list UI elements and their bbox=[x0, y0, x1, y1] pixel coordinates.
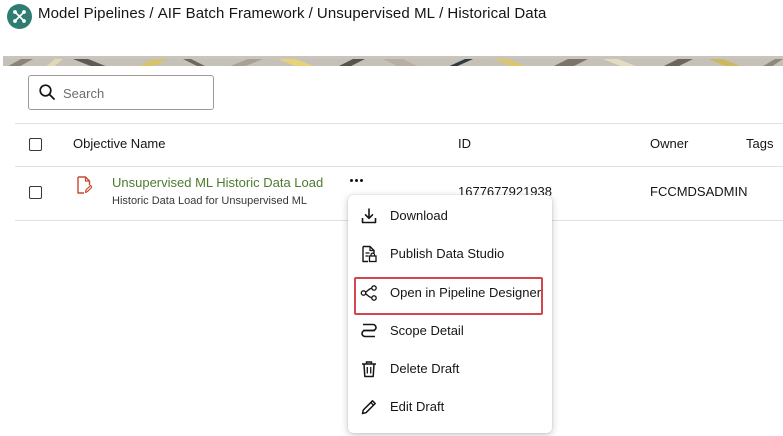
table-top-divider bbox=[15, 123, 783, 124]
breadcrumb-separator: / bbox=[439, 5, 444, 22]
context-menu: Download Publish Data Studio Open in Pip… bbox=[348, 195, 552, 433]
objective-owner: FCCMDSADMIN bbox=[650, 184, 748, 199]
decorative-banner bbox=[3, 56, 783, 66]
select-all-checkbox[interactable] bbox=[29, 138, 42, 151]
breadcrumb: Model Pipelines / AIF Batch Framework / Unsu… bbox=[38, 5, 546, 22]
dot bbox=[359, 178, 363, 182]
dot bbox=[354, 178, 358, 182]
column-header-owner[interactable]: Owner bbox=[650, 136, 688, 151]
objective-name-link[interactable]: Unsupervised ML Historic Data Load bbox=[112, 175, 323, 190]
menu-item-edit-draft[interactable]: Edit Draft bbox=[348, 388, 552, 426]
breadcrumb-item-aif-batch-framework[interactable]: AIF Batch Framework bbox=[158, 5, 305, 22]
column-header-id[interactable]: ID bbox=[458, 136, 471, 151]
breadcrumb-item-model-pipelines[interactable]: Model Pipelines bbox=[38, 5, 145, 22]
menu-item-label: Open in Pipeline Designer bbox=[390, 285, 542, 300]
table-header-divider bbox=[15, 166, 783, 167]
breadcrumb-item-unsupervised-ml[interactable]: Unsupervised ML bbox=[317, 5, 435, 22]
menu-item-label: Scope Detail bbox=[390, 323, 464, 338]
column-header-objective-name[interactable]: Objective Name bbox=[73, 136, 165, 151]
download-icon bbox=[361, 208, 377, 224]
dot bbox=[349, 178, 353, 182]
publish-document-icon bbox=[362, 245, 377, 263]
column-header-tags[interactable]: Tags bbox=[746, 136, 773, 151]
menu-item-delete-draft[interactable]: Delete Draft bbox=[348, 350, 552, 388]
breadcrumb-separator: / bbox=[149, 5, 154, 22]
menu-item-download[interactable]: Download bbox=[348, 197, 552, 235]
menu-item-label: Download bbox=[390, 208, 448, 223]
menu-item-label: Delete Draft bbox=[390, 361, 460, 376]
pencil-icon bbox=[361, 400, 376, 415]
search-field[interactable] bbox=[28, 75, 214, 110]
menu-item-scope-detail[interactable]: Scope Detail bbox=[348, 312, 552, 350]
pipeline-icon bbox=[360, 285, 377, 301]
menu-item-open-in-pipeline-designer[interactable]: Open in Pipeline Designer bbox=[348, 274, 552, 312]
scope-icon bbox=[361, 323, 377, 338]
trash-icon bbox=[362, 361, 376, 378]
pipeline-hub-icon[interactable] bbox=[7, 4, 32, 29]
search-icon bbox=[39, 84, 55, 100]
row-checkbox[interactable] bbox=[29, 186, 42, 199]
edit-document-icon bbox=[77, 176, 92, 194]
breadcrumb-separator: / bbox=[308, 5, 313, 22]
search-input[interactable] bbox=[63, 82, 203, 104]
breadcrumb-item-historical-data: Historical Data bbox=[447, 5, 547, 22]
objective-description: Historic Data Load for Unsupervised ML bbox=[112, 195, 308, 207]
more-actions-button[interactable] bbox=[345, 172, 367, 188]
top-bar: Model Pipelines / AIF Batch Framework / Unsu… bbox=[0, 0, 783, 56]
menu-item-label: Publish Data Studio bbox=[390, 246, 505, 261]
menu-item-label: Edit Draft bbox=[390, 399, 445, 414]
menu-item-publish-data-studio[interactable]: Publish Data Studio bbox=[348, 235, 552, 273]
